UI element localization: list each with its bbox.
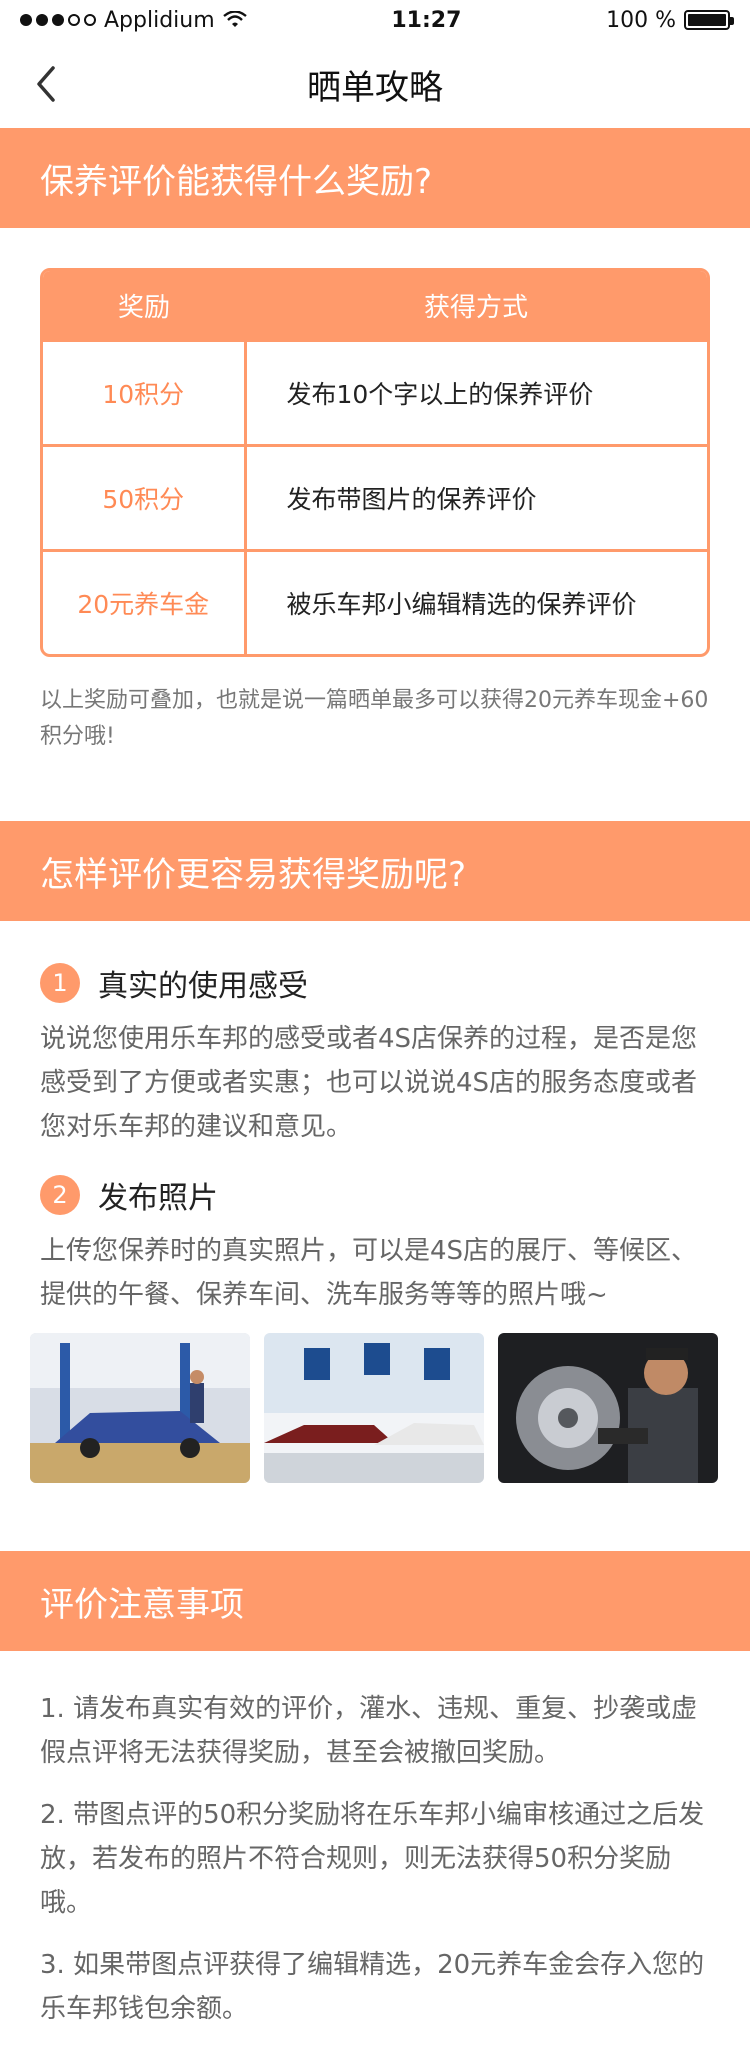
- tip-number-badge: 2: [40, 1175, 80, 1215]
- section-header-rewards: 保养评价能获得什么奖励?: [0, 128, 750, 228]
- rewards-note: 以上奖励可叠加，也就是说一篇晒单最多可以获得20元养车现金+60积分哦!: [40, 688, 709, 749]
- battery-icon: [683, 10, 734, 30]
- tip-heading: 真实的使用感受: [98, 969, 308, 1004]
- signal-icon: [20, 14, 96, 26]
- table-row: 20元养车金 被乐车邦小编辑精选的保养评价: [43, 549, 707, 654]
- reward-cell: 10积分: [43, 339, 247, 446]
- section-header-notes: 评价注意事项: [0, 1551, 750, 1651]
- status-left: Applidium: [20, 8, 247, 33]
- page-title: 晒单攻略: [307, 67, 443, 108]
- chevron-left-icon: [37, 66, 55, 102]
- list-item: 1. 请发布真实有效的评价，灌水、违规、重复、抄袭或虚假点评将无法获得奖励，甚至…: [40, 1694, 698, 1768]
- example-photos: [0, 1333, 750, 1483]
- status-time: 11:27: [391, 7, 462, 33]
- tip-heading: 发布照片: [98, 1181, 218, 1216]
- photo-workshop: [30, 1333, 250, 1483]
- notes-list: 1. 请发布真实有效的评价，灌水、违规、重复、抄袭或虚假点评将无法获得奖励，甚至…: [0, 1651, 750, 2031]
- table-header-row: 奖励 获得方式: [43, 271, 707, 341]
- status-bar: Applidium 11:27 100 %: [0, 0, 750, 40]
- table-row: 50积分 发布带图片的保养评价: [43, 444, 707, 551]
- list-item: 2. 带图点评的50积分奖励将在乐车邦小编审核通过之后发放，若发布的照片不符合规…: [40, 1800, 705, 1918]
- tip-text: 上传您保养时的真实照片，可以是4S店的展厅、等候区、提供的午餐、保养车间、洗车服…: [40, 1236, 698, 1310]
- tip-text: 说说您使用乐车邦的感受或者4S店保养的过程，是否是您感受到了方便或者实惠；也可以…: [40, 1024, 698, 1142]
- status-right: 100 %: [606, 7, 734, 33]
- section-header-tips: 怎样评价更容易获得奖励呢?: [0, 821, 750, 921]
- back-button[interactable]: [28, 66, 64, 102]
- method-cell: 发布带图片的保养评价: [245, 444, 707, 551]
- reward-cell: 50积分: [43, 444, 247, 551]
- table-row: 10积分 发布10个字以上的保养评价: [43, 339, 707, 446]
- method-cell: 被乐车邦小编辑精选的保养评价: [245, 549, 707, 654]
- reward-cell: 20元养车金: [43, 549, 247, 654]
- tip-title-row: 2 发布照片: [40, 1173, 710, 1217]
- battery-percent: 100 %: [606, 7, 676, 33]
- navigation-bar: 晒单攻略: [0, 40, 750, 128]
- tip-title-row: 1 真实的使用感受: [40, 961, 710, 1005]
- rewards-table: 奖励 获得方式 10积分 发布10个字以上的保养评价 50积分 发布带图片的保养…: [40, 268, 710, 657]
- table-header-method: 获得方式: [245, 271, 707, 341]
- carrier-label: Applidium: [104, 7, 215, 33]
- wifi-icon: [222, 11, 247, 27]
- photo-showroom: [264, 1333, 484, 1483]
- tip-number-badge: 1: [40, 963, 80, 1003]
- table-header-reward: 奖励: [43, 271, 245, 341]
- method-cell: 发布10个字以上的保养评价: [245, 339, 707, 446]
- tips-list: 1 真实的使用感受 说说您使用乐车邦的感受或者4S店保养的过程，是否是您感受到了…: [0, 921, 750, 1317]
- list-item: 3. 如果带图点评获得了编辑精选，20元养车金会存入您的乐车邦钱包余额。: [40, 1950, 705, 2024]
- photo-brake-service: [498, 1333, 718, 1483]
